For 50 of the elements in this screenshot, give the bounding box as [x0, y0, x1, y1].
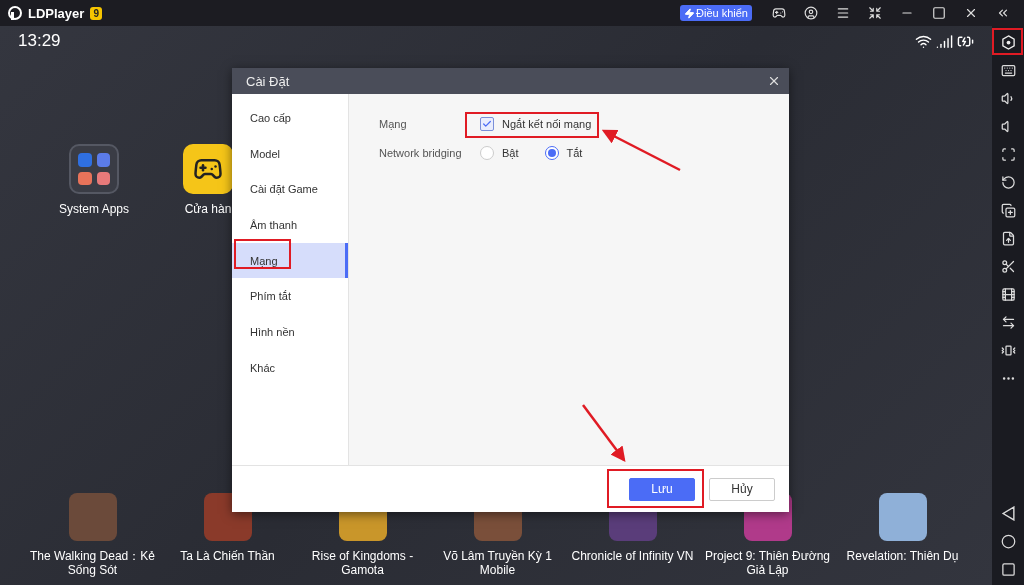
menu-item[interactable]: Khác — [232, 349, 348, 386]
maximize-icon[interactable] — [932, 6, 946, 20]
arrow — [582, 404, 626, 462]
signal-icon — [936, 32, 953, 50]
control-button[interactable]: Điều khiển — [680, 5, 752, 21]
radio-button[interactable] — [544, 146, 559, 160]
app-label: The Walking Dead：Kẻ Sống Sót — [29, 549, 156, 577]
app-label: Chronicle of Infinity VN — [570, 549, 695, 565]
check-icon — [482, 119, 492, 129]
menu-item[interactable]: Cao cấp — [232, 100, 348, 136]
setting-label: Mạng — [379, 118, 408, 130]
close-icon[interactable] — [964, 6, 978, 20]
app-name: LDPlayer — [28, 5, 85, 21]
app-label: System Apps — [59, 202, 129, 216]
highlight-frame — [234, 239, 291, 269]
cancel-button[interactable]: Hủy — [709, 477, 775, 501]
app-label: Cửa hàn — [184, 202, 232, 216]
menu-item[interactable]: Cài đặt Game — [232, 171, 348, 208]
radio-option[interactable]: Tắt — [544, 146, 583, 160]
menu-item[interactable]: Âm thanh — [232, 207, 348, 243]
app-label: Revelation: Thiên Dụ — [845, 549, 960, 565]
collapse-icon[interactable] — [996, 6, 1010, 20]
logo-icon — [8, 6, 22, 20]
lightning-icon — [684, 7, 695, 19]
menu-item[interactable]: Mạng — [232, 242, 348, 279]
folder-icon[interactable] — [69, 144, 119, 194]
app-label: Ta Là Chiến Thần — [179, 549, 276, 565]
dialog-title: Cài Đặt — [246, 73, 290, 89]
gamepad-icon[interactable] — [183, 144, 233, 194]
app-label: Rise of Kingdoms - Gamota — [310, 549, 415, 577]
highlight-frame — [992, 28, 1023, 55]
app-label: Project 9: Thiên Đường Giả Lập — [703, 549, 832, 577]
radio-button[interactable] — [480, 146, 494, 160]
menu-item[interactable]: Phím tắt — [232, 278, 348, 315]
setting-label: Network bridging — [379, 147, 463, 159]
menu-item[interactable]: Model — [232, 135, 348, 172]
shrink-icon[interactable] — [868, 6, 882, 20]
user-icon[interactable] — [804, 6, 818, 20]
save-button[interactable]: Lưu — [629, 477, 695, 501]
menu-item[interactable]: Hình nền — [232, 314, 348, 350]
checkbox-option[interactable]: Ngắt kết nối mạng — [480, 117, 592, 131]
close-button[interactable] — [767, 74, 781, 88]
clock-time: 13:29 — [18, 31, 61, 51]
radio-option[interactable]: Bật — [480, 146, 519, 160]
checkbox[interactable] — [480, 117, 494, 131]
app-label: Võ Lâm Truyền Kỳ 1 Mobile — [442, 549, 553, 577]
app-icon-placeholder[interactable] — [878, 493, 927, 541]
gamepad-icon[interactable] — [772, 6, 786, 20]
version-badge: 9 — [90, 6, 102, 20]
menu-icon[interactable] — [836, 6, 850, 20]
